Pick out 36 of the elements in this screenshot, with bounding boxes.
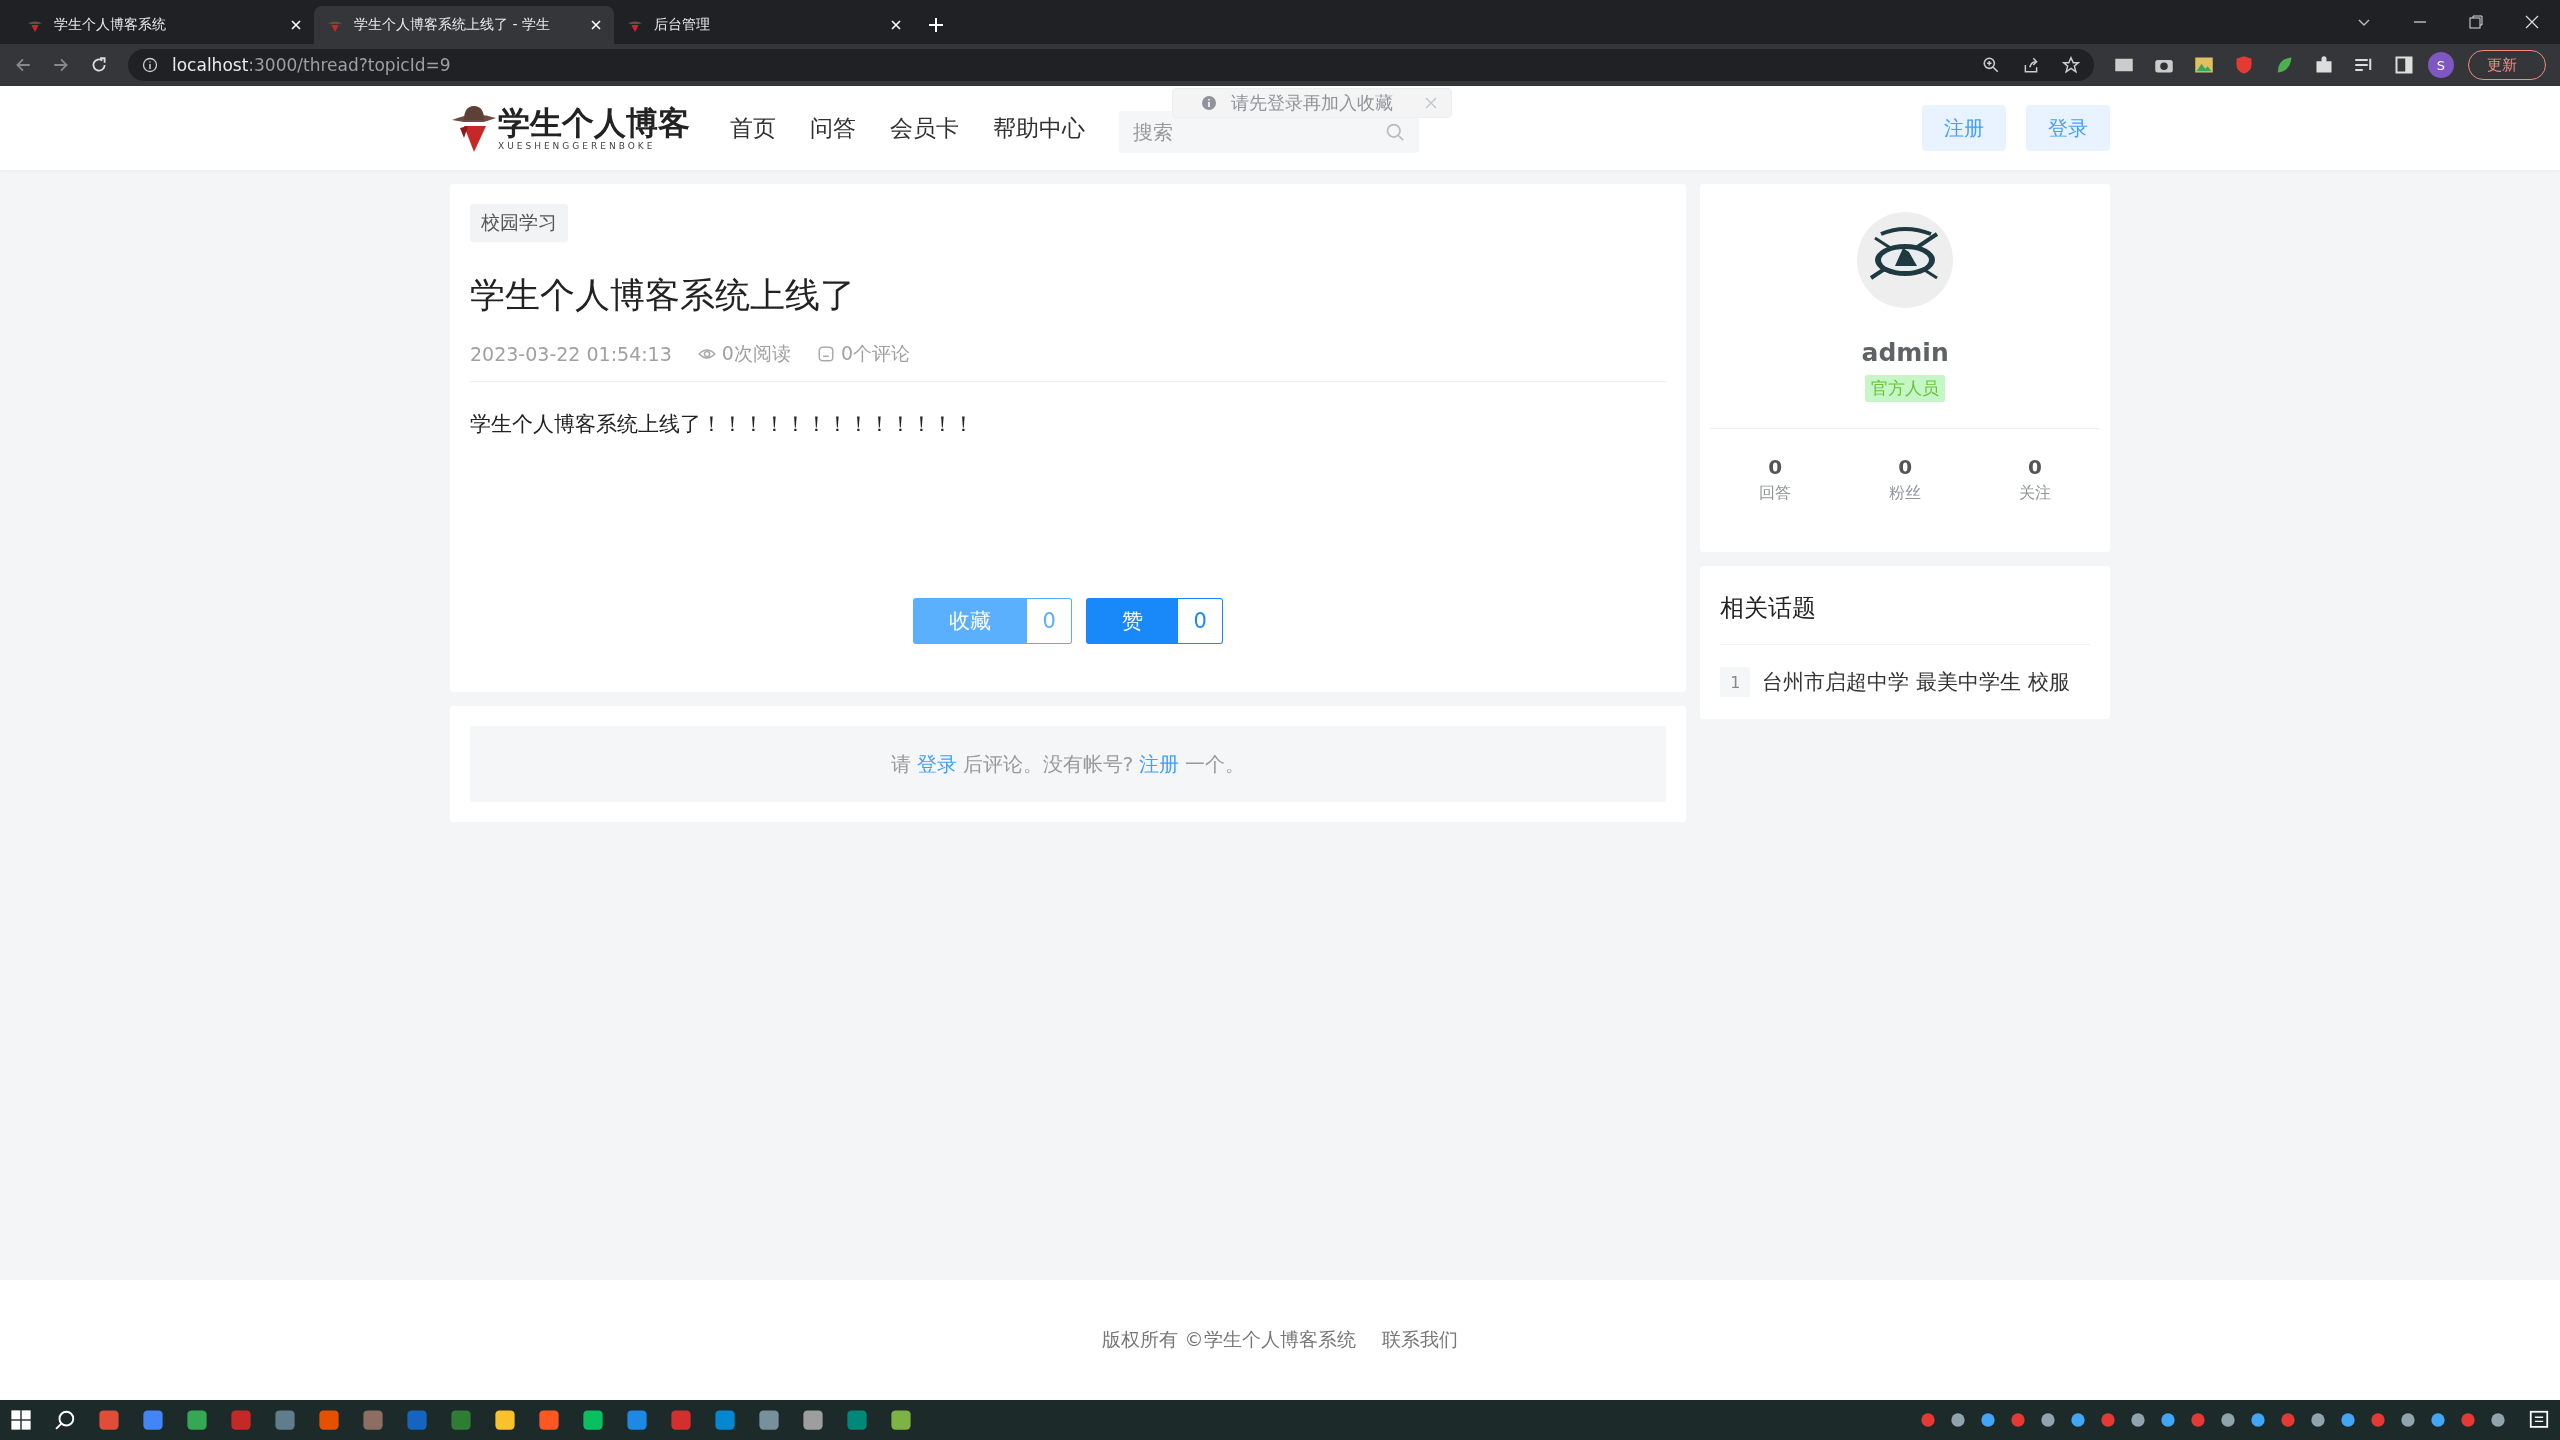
favorite-count: 0 <box>1027 598 1073 644</box>
nav-link[interactable]: 帮助中心 <box>993 112 1085 144</box>
stat-value: 0 <box>2028 455 2042 479</box>
stat-label: 回答 <box>1759 483 1792 504</box>
site-logo-title: 学生个人博客 <box>498 105 690 141</box>
like-count: 0 <box>1178 598 1224 644</box>
login-prompt: 请 登录 后评论。没有帐号? 注册 一个。 <box>890 750 1246 778</box>
contact-link[interactable]: 联系我们 <box>1381 1327 1458 1353</box>
article-title: 学生个人博客系统上线了 <box>470 274 855 317</box>
nav-link[interactable]: 首页 <box>730 112 776 144</box>
post-date: 2023-03-22 01:54:13 <box>470 343 672 365</box>
category-tag[interactable]: 校园学习 <box>470 204 568 242</box>
article-body: 学生个人博客系统上线了！！！！！！！！！！！！！ <box>470 411 974 438</box>
stat-value: 0 <box>1768 455 1783 479</box>
user-name: admin <box>1861 338 1949 367</box>
topic-link[interactable]: 台州市启超中学 最美中学生 校服 <box>1762 668 2070 696</box>
stat-value: 0 <box>1898 455 1913 479</box>
comment-count: 0个评论 <box>840 341 910 366</box>
stat-label: 粉丝 <box>1889 483 1922 504</box>
address-field[interactable]: localhost:3000/thread?topicId=9 <box>128 49 2094 81</box>
profile-avatar[interactable]: S <box>2428 52 2454 78</box>
update-button[interactable]: 更新 <box>2468 50 2546 80</box>
url-text: localhost:3000/thread?topicId=9 <box>172 55 451 75</box>
view-count: 0次阅读 <box>721 341 791 366</box>
browser-tab[interactable]: 后台管理 <box>614 6 914 44</box>
browser-tab[interactable]: 学生个人博客系统上线了 - 学生 <box>314 6 614 44</box>
related-topics-title: 相关话题 <box>1720 592 2090 645</box>
rank-number: 1 <box>1720 667 1751 697</box>
copyright-text: 版权所有 ©学生个人博客系统 <box>1102 1327 1356 1352</box>
site-logo-subtitle: XUESHENGGERENBOKE <box>498 141 657 151</box>
nav-link[interactable]: 会员卡 <box>890 112 959 144</box>
like-button[interactable]: 赞 <box>1086 598 1179 644</box>
role-badge: 官方人员 <box>1865 375 1946 402</box>
browser-tab[interactable]: 学生个人博客系统 <box>14 6 314 44</box>
stat-label: 关注 <box>2019 483 2052 504</box>
nav-link[interactable]: 问答 <box>810 112 856 144</box>
